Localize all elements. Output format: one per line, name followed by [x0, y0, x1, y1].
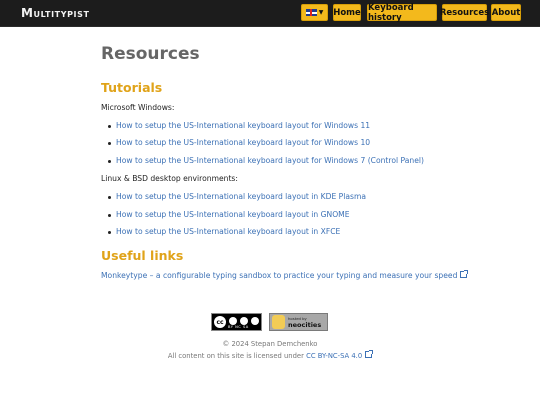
external-link-icon [460, 270, 469, 278]
neocities-badge[interactable]: hosted by neocities [269, 313, 328, 331]
list-bullet [108, 125, 111, 128]
site-logo[interactable]: Multitypist [21, 6, 90, 20]
link-gnome[interactable]: How to setup the US-International keyboa… [116, 210, 350, 219]
sa-icon [251, 317, 259, 325]
linux-label: Linux & BSD desktop environments: [101, 174, 238, 183]
windows-label: Microsoft Windows: [101, 103, 175, 112]
page-title: Resources [101, 44, 200, 64]
link-windows-11[interactable]: How to setup the US-International keyboa… [116, 121, 370, 130]
monkeytype-link-text: Monkeytype – a configurable typing sandb… [101, 271, 458, 280]
neocities-badge-text: neocities [288, 321, 322, 329]
link-kde-plasma[interactable]: How to setup the US-International keyboa… [116, 192, 366, 201]
list-bullet [108, 142, 111, 145]
copyright-text: © 2024 Stepan Demchenko [222, 340, 318, 348]
link-windows-7[interactable]: How to setup the US-International keyboa… [116, 156, 424, 165]
language-selector[interactable]: ▼ [301, 4, 328, 21]
nav-about-button[interactable]: About [491, 4, 521, 21]
link-xfce[interactable]: How to setup the US-International keyboa… [116, 227, 340, 236]
nc-icon [240, 317, 248, 325]
cc-license-badge[interactable]: cc BY NC SA [211, 313, 262, 331]
neocities-cat-icon [272, 315, 285, 329]
by-icon [229, 317, 237, 325]
nav-home-button[interactable]: Home [333, 4, 361, 21]
external-link-icon [365, 350, 374, 358]
cc-icon: cc [214, 316, 226, 328]
top-navbar: Multitypist ▼ Home Keyboard history Reso… [0, 0, 540, 27]
nav-resources-button[interactable]: Resources [440, 4, 489, 21]
cc-badge-text: BY NC SA [228, 325, 249, 329]
list-bullet [108, 160, 111, 163]
chevron-down-icon: ▼ [318, 8, 324, 16]
license-link[interactable]: CC BY-NC-SA 4.0 [306, 352, 362, 360]
list-bullet [108, 196, 111, 199]
license-prefix: All content on this site is licensed und… [167, 352, 304, 360]
license-line: All content on this site is licensed und… [0, 350, 540, 360]
uk-flag-icon [305, 9, 317, 16]
tutorials-heading: Tutorials [101, 80, 163, 95]
nav-keyboard-history-button[interactable]: Keyboard history [367, 3, 437, 23]
useful-links-heading: Useful links [101, 248, 184, 263]
link-monkeytype[interactable]: Monkeytype – a configurable typing sandb… [101, 270, 469, 280]
list-bullet [108, 214, 111, 217]
link-windows-10[interactable]: How to setup the US-International keyboa… [116, 138, 370, 147]
list-bullet [108, 231, 111, 234]
